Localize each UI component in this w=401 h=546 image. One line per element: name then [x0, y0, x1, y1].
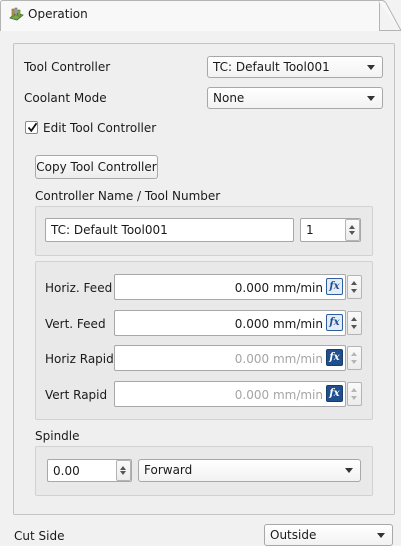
edit-tool-controller-checkbox[interactable]: [25, 121, 38, 134]
arrow-down-icon: [351, 360, 357, 364]
spindle-speed-stepper[interactable]: [116, 460, 131, 481]
vert-rapid-input[interactable]: 0.000 mm/min: [114, 381, 346, 407]
copy-tool-controller-button[interactable]: Copy Tool Controller: [35, 155, 158, 179]
tool-number-stepper[interactable]: [345, 219, 360, 241]
chevron-down-icon: [367, 96, 375, 101]
spindle-direction-value: Forward: [144, 463, 193, 477]
edit-tool-controller-label[interactable]: Edit Tool Controller: [43, 121, 156, 135]
tab-join: [1, 30, 379, 31]
spindle-label: Spindle: [35, 429, 80, 443]
cut-side-combo[interactable]: Outside: [264, 524, 393, 546]
fx-expression-icon[interactable]: fx: [326, 349, 343, 366]
horiz-rapid-stepper[interactable]: [347, 346, 362, 370]
tool-controller-combo[interactable]: TC: Default Tool001: [207, 56, 383, 78]
tool-controller-label: Tool Controller: [24, 60, 111, 74]
arrow-down-icon: [120, 471, 126, 475]
arrow-down-icon: [351, 289, 357, 293]
horiz-feed-label: Horiz. Feed: [45, 281, 113, 295]
coolant-mode-combo[interactable]: None: [207, 87, 383, 109]
arrow-up-icon: [351, 317, 357, 321]
arrow-down-icon: [351, 325, 357, 329]
fx-expression-icon[interactable]: fx: [326, 314, 343, 331]
controller-name-header: Controller Name / Tool Number: [35, 189, 221, 203]
cut-side-label: Cut Side: [14, 529, 65, 543]
horiz-rapid-label: Horiz Rapid: [45, 352, 114, 366]
tool-controller-value: TC: Default Tool001: [213, 60, 330, 74]
cut-side-value: Outside: [270, 528, 317, 542]
vert-rapid-label: Vert Rapid: [45, 388, 108, 402]
checkmark-icon: [27, 122, 38, 133]
tool-number-value: 1: [306, 223, 314, 237]
tab-title: Operation: [28, 7, 88, 21]
arrow-up-icon: [120, 466, 126, 470]
vert-feed-label: Vert. Feed: [45, 317, 106, 331]
arrow-down-icon: [351, 396, 357, 400]
horiz-feed-input[interactable]: 0.000 mm/min: [114, 274, 346, 300]
vert-feed-input[interactable]: 0.000 mm/min: [114, 310, 346, 336]
fx-expression-icon[interactable]: fx: [326, 385, 343, 402]
fx-expression-icon[interactable]: fx: [326, 278, 343, 295]
arrow-up-icon: [351, 388, 357, 392]
coolant-mode-label: Coolant Mode: [24, 91, 107, 105]
vert-rapid-stepper[interactable]: [347, 382, 362, 406]
horiz-rapid-input[interactable]: 0.000 mm/min: [114, 345, 346, 371]
coolant-mode-value: None: [213, 91, 245, 105]
chevron-down-icon: [377, 533, 385, 538]
spindle-direction-combo[interactable]: Forward: [138, 459, 361, 482]
controller-name-input[interactable]: TC: Default Tool001: [45, 218, 294, 242]
chevron-down-icon: [367, 65, 375, 70]
chevron-down-icon: [345, 468, 353, 473]
operation-icon: [9, 7, 24, 21]
arrow-down-icon: [349, 231, 355, 235]
tab-edge: [378, 0, 401, 31]
arrow-up-icon: [351, 352, 357, 356]
vert-feed-stepper[interactable]: [347, 311, 362, 335]
horiz-feed-stepper[interactable]: [347, 275, 362, 299]
spindle-speed-value: 0.00: [53, 464, 80, 478]
arrow-up-icon: [349, 225, 355, 229]
arrow-up-icon: [351, 281, 357, 285]
